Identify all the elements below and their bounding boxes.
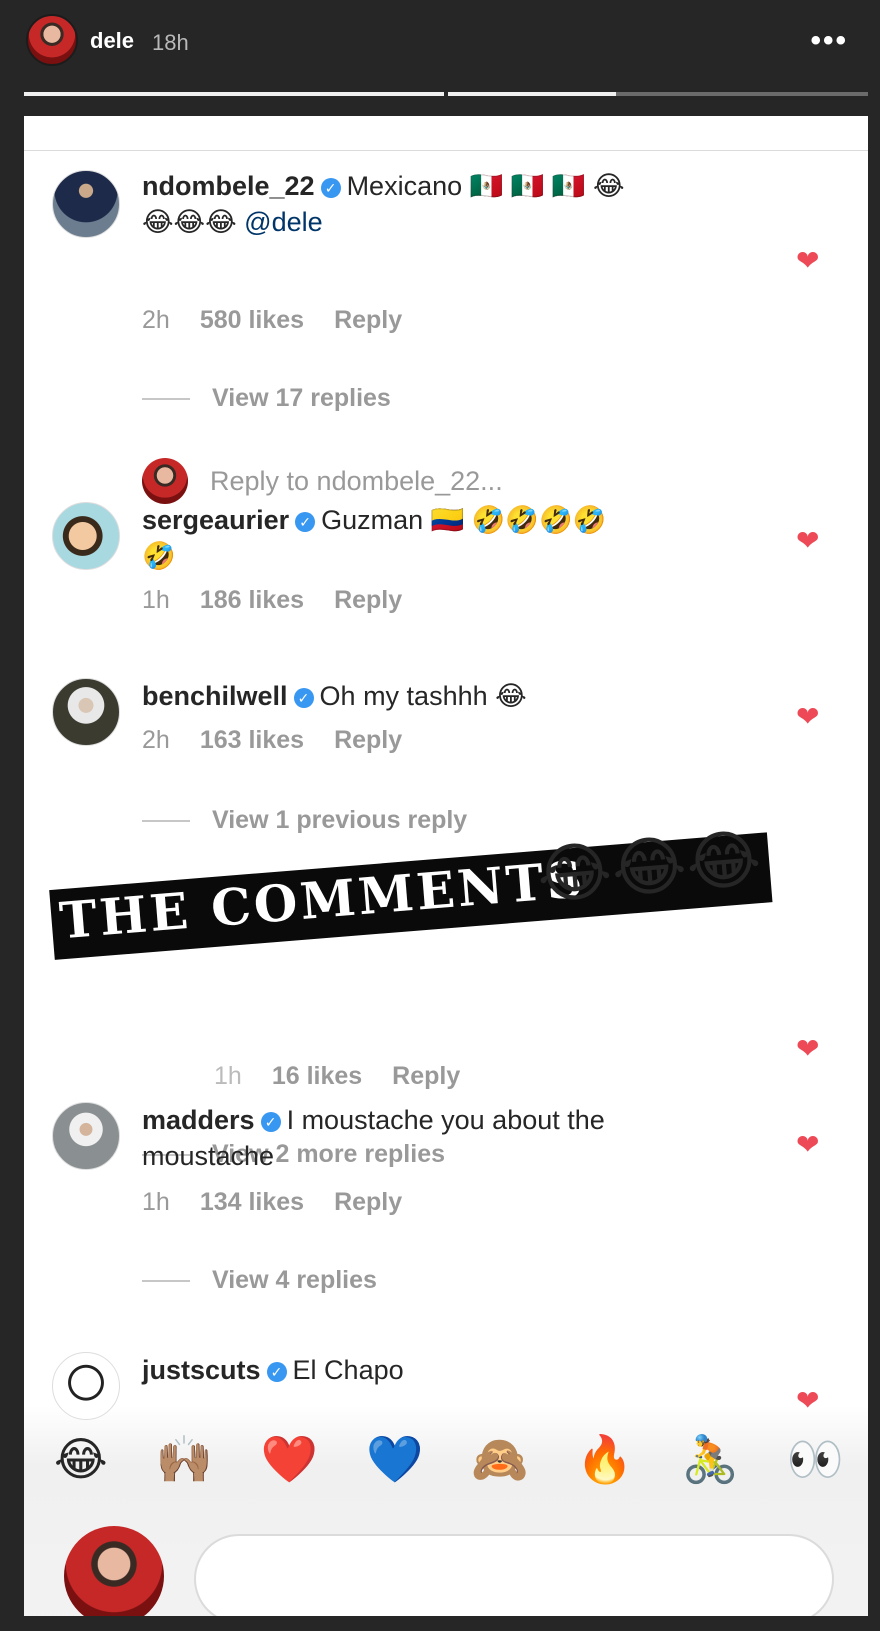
reply-button[interactable]: Reply xyxy=(334,1188,402,1216)
comment-input[interactable] xyxy=(194,1534,834,1616)
avatar[interactable] xyxy=(52,170,120,238)
blue-heart-emoji-icon[interactable]: 💙 xyxy=(366,1432,423,1487)
emoji-laugh: 😂😂😂 xyxy=(142,207,237,237)
heart-icon[interactable]: ❤ xyxy=(796,527,824,555)
heart-icon[interactable]: ❤ xyxy=(796,247,824,275)
raised-hands-emoji-icon[interactable]: 🙌🏽 xyxy=(156,1432,213,1487)
reply-button[interactable]: Reply xyxy=(334,586,402,614)
view-replies-label: View 17 replies xyxy=(212,384,391,412)
reply-button[interactable]: Reply xyxy=(392,1062,460,1090)
likes-count[interactable]: 580 likes xyxy=(200,306,304,334)
composer-avatar xyxy=(64,1526,164,1616)
avatar[interactable] xyxy=(52,502,120,570)
comment-username[interactable]: benchilwell xyxy=(142,681,288,711)
heart-icon[interactable]: ❤ xyxy=(796,703,824,731)
verified-badge-icon: ✓ xyxy=(260,1112,281,1132)
laugh-emoji-icon[interactable]: 😂 xyxy=(54,1432,108,1487)
progress-segment xyxy=(24,92,444,96)
avatar[interactable] xyxy=(52,1352,120,1420)
comment-text: Mexicano xyxy=(346,171,463,201)
comment-text: Guzman xyxy=(321,505,424,535)
story-header: dele 18h ••• xyxy=(0,0,880,110)
reply-placeholder: Reply to ndombele_22... xyxy=(210,465,503,496)
comment-time: 1h xyxy=(142,1188,170,1216)
story-avatar[interactable] xyxy=(26,14,78,66)
story-username[interactable]: dele xyxy=(90,28,134,54)
avatar[interactable] xyxy=(52,1102,120,1170)
view-replies-label: View 1 previous reply xyxy=(212,806,468,834)
heart-icon[interactable]: ❤ xyxy=(796,1387,824,1415)
mention-link[interactable]: @dele xyxy=(244,207,322,237)
likes-count[interactable]: 134 likes xyxy=(200,1188,304,1216)
reply-button[interactable]: Reply xyxy=(334,306,402,334)
emoji-flags: 🇲🇽 🇲🇽 🇲🇽 😂 xyxy=(469,171,625,201)
likes-count[interactable]: 16 likes xyxy=(272,1062,362,1090)
view-replies-button[interactable]: View 1 previous reply xyxy=(142,806,467,835)
view-replies-button[interactable]: View 4 replies xyxy=(142,1266,377,1295)
comment-time: 1h xyxy=(142,586,170,614)
reply-compose[interactable]: Reply to ndombele_22... xyxy=(142,458,503,504)
heart-icon[interactable]: ❤ xyxy=(796,1131,824,1159)
divider xyxy=(142,1279,190,1282)
monkey-emoji-icon[interactable]: 🙈 xyxy=(471,1432,528,1487)
likes-count[interactable]: 186 likes xyxy=(200,586,304,614)
red-heart-emoji-icon[interactable]: ❤️ xyxy=(261,1432,318,1487)
cyclist-emoji-icon[interactable]: 🚴 xyxy=(682,1432,739,1487)
view-replies-label: View 4 replies xyxy=(212,1266,377,1294)
emoji-rofl: 🤣 xyxy=(142,541,176,571)
avatar xyxy=(142,458,188,504)
reply-button[interactable]: Reply xyxy=(334,726,402,754)
comment-username[interactable]: sergeaurier xyxy=(142,505,289,535)
verified-badge-icon: ✓ xyxy=(295,512,316,532)
comment-time: 2h xyxy=(142,726,170,754)
view-replies-button[interactable]: View 17 replies xyxy=(142,384,391,413)
more-options-icon[interactable]: ••• xyxy=(810,24,848,58)
verified-badge-icon: ✓ xyxy=(266,1362,287,1382)
divider xyxy=(142,819,190,822)
likes-count[interactable]: 163 likes xyxy=(200,726,304,754)
comment-username[interactable]: madders xyxy=(142,1105,255,1135)
verified-badge-icon: ✓ xyxy=(320,178,341,198)
story-progress xyxy=(24,92,868,96)
comment-time: 2h xyxy=(142,306,170,334)
comment-username[interactable]: ndombele_22 xyxy=(142,171,315,201)
story-time: 18h xyxy=(152,30,189,55)
emoji-group: 🇨🇴 🤣🤣🤣🤣 xyxy=(430,505,607,535)
comment-username[interactable]: justscuts xyxy=(142,1355,261,1385)
emoji-laugh: 😂 xyxy=(495,681,527,711)
heart-icon[interactable]: ❤ xyxy=(796,1035,824,1063)
comment-text: Oh my tashhh xyxy=(319,681,488,711)
progress-segment xyxy=(448,92,868,96)
comment-text: El Chapo xyxy=(292,1355,404,1385)
emoji-row: 😂 🙌🏽 ❤️ 💙 🙈 🔥 🚴 👀 xyxy=(54,1432,844,1487)
verified-badge-icon: ✓ xyxy=(293,688,314,708)
fire-emoji-icon[interactable]: 🔥 xyxy=(576,1432,633,1487)
comment-time: 1h xyxy=(214,1062,242,1090)
divider xyxy=(142,397,190,400)
eyes-emoji-icon[interactable]: 👀 xyxy=(787,1432,844,1487)
avatar[interactable] xyxy=(52,678,120,746)
divider xyxy=(24,150,868,151)
